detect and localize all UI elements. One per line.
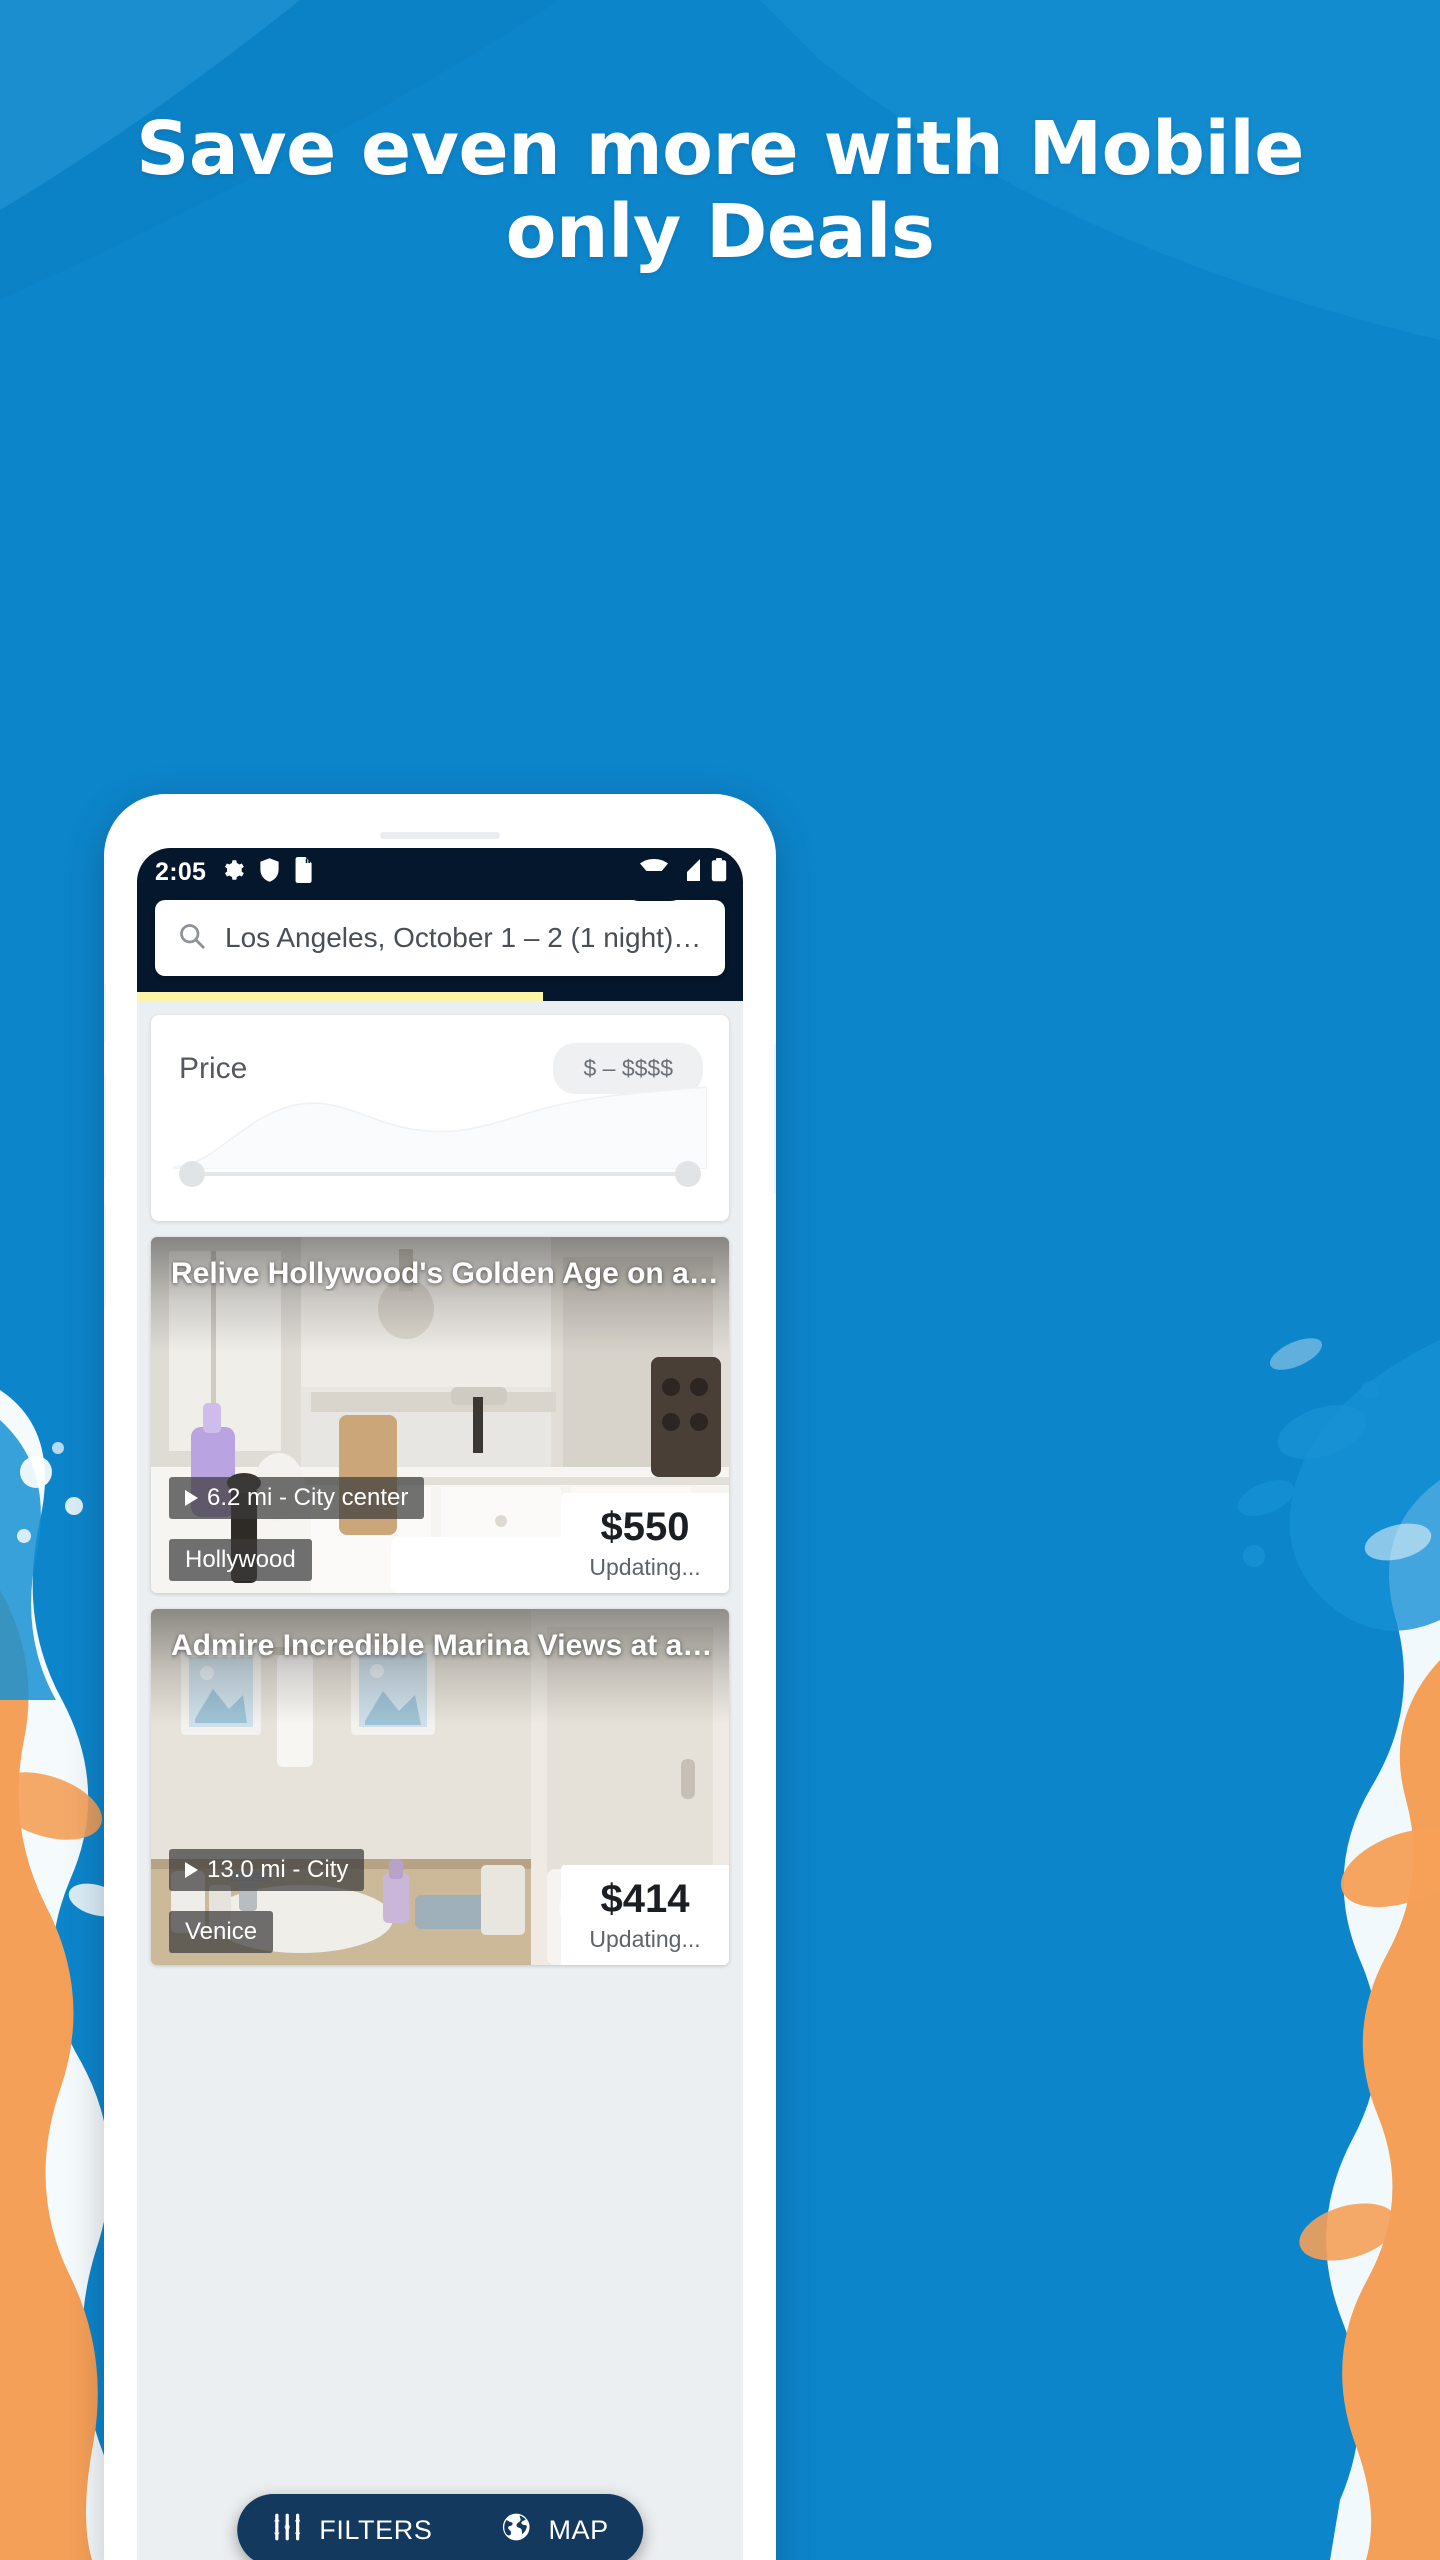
search-input[interactable]: Los Angeles, October 1 – 2 (1 night), 1 … xyxy=(155,900,725,976)
hotel-price-tag: $414 Updating... xyxy=(561,1865,729,1965)
results-list: Price $ – $$$$ Relive Hollywood's Golden… xyxy=(137,1001,743,1965)
app-screen: 2:05 Los Angeles, October 1 – 2 (1 night… xyxy=(137,848,743,2560)
phone-speaker xyxy=(380,832,500,839)
hotel-distance-badge: 6.2 mi - City center xyxy=(169,1477,425,1519)
price-histogram-curve xyxy=(173,1086,707,1169)
status-bar-left: 2:05 xyxy=(155,856,314,888)
hotel-price-amount: $414 xyxy=(600,1877,690,1921)
hotel-price-amount: $550 xyxy=(600,1505,690,1549)
phone-screen-bezel: 2:05 Los Angeles, October 1 – 2 (1 night… xyxy=(137,848,743,2560)
hotel-area-text: Hollywood xyxy=(185,1546,296,1573)
hotel-title-scrim xyxy=(151,1237,729,1353)
hotel-title: Admire Incredible Marina Views at an Oce… xyxy=(171,1629,719,1662)
hotel-price-tag: $550 Updating... xyxy=(561,1493,729,1593)
gear-icon xyxy=(219,857,245,888)
map-button-label: MAP xyxy=(548,2514,609,2545)
hotel-distance-text: 13.0 mi - City xyxy=(207,1856,349,1883)
hotel-card[interactable]: Relive Hollywood's Golden Age on a Tropi… xyxy=(151,1237,729,1593)
hotel-card[interactable]: Admire Incredible Marina Views at an Oce… xyxy=(151,1609,729,1965)
phone-side-button-top xyxy=(104,984,106,1042)
hotel-title-scrim xyxy=(151,1609,729,1725)
price-histogram xyxy=(173,1081,707,1169)
search-icon xyxy=(177,921,207,956)
price-filter-card[interactable]: Price $ – $$$$ xyxy=(151,1015,729,1221)
price-slider-max-handle[interactable] xyxy=(675,1161,701,1187)
status-bar-clock: 2:05 xyxy=(155,857,207,886)
location-caret-icon xyxy=(185,1490,198,1506)
sd-card-icon xyxy=(294,856,314,888)
search-header: Los Angeles, October 1 – 2 (1 night), 1 … xyxy=(137,896,743,992)
search-input-value: Los Angeles, October 1 – 2 (1 night), 1 … xyxy=(225,922,703,953)
loading-progress-bar xyxy=(137,992,743,1001)
filters-button-label: FILTERS xyxy=(319,2514,433,2545)
phone-mockup: 2:05 Los Angeles, October 1 – 2 (1 night… xyxy=(104,794,776,2560)
globe-icon xyxy=(500,2511,532,2550)
map-button[interactable]: MAP xyxy=(466,2494,642,2560)
filters-button[interactable]: FILTERS xyxy=(237,2494,466,2560)
hotel-price-status: Updating... xyxy=(589,1554,701,1580)
price-slider-min-handle[interactable] xyxy=(179,1161,205,1187)
hotel-distance-text: 6.2 mi - City center xyxy=(207,1484,409,1511)
phone-volume-up-button xyxy=(104,1074,106,1178)
hotel-distance-badge: 13.0 mi - City xyxy=(169,1849,365,1891)
promo-headline: Save even more with Mobile only Deals xyxy=(136,106,1304,275)
sliders-icon xyxy=(271,2511,303,2550)
bottom-action-bar: FILTERS MAP xyxy=(237,2494,643,2560)
phone-camera-notch xyxy=(623,871,687,901)
hotel-area-badge: Venice xyxy=(169,1911,274,1953)
phone-volume-down-button xyxy=(104,1204,106,1308)
shield-icon xyxy=(258,857,281,888)
phone-power-button xyxy=(774,1044,776,1194)
hotel-title: Relive Hollywood's Golden Age on a Tropi… xyxy=(171,1257,719,1290)
location-caret-icon xyxy=(185,1862,198,1878)
loading-progress-fill xyxy=(137,992,544,1001)
price-slider-track xyxy=(189,1172,691,1176)
battery-icon xyxy=(711,857,727,887)
hotel-area-text: Venice xyxy=(185,1918,258,1945)
hotel-price-status: Updating... xyxy=(589,1926,701,1952)
hotel-area-badge: Hollywood xyxy=(169,1539,312,1581)
price-range-slider[interactable] xyxy=(179,1161,701,1187)
